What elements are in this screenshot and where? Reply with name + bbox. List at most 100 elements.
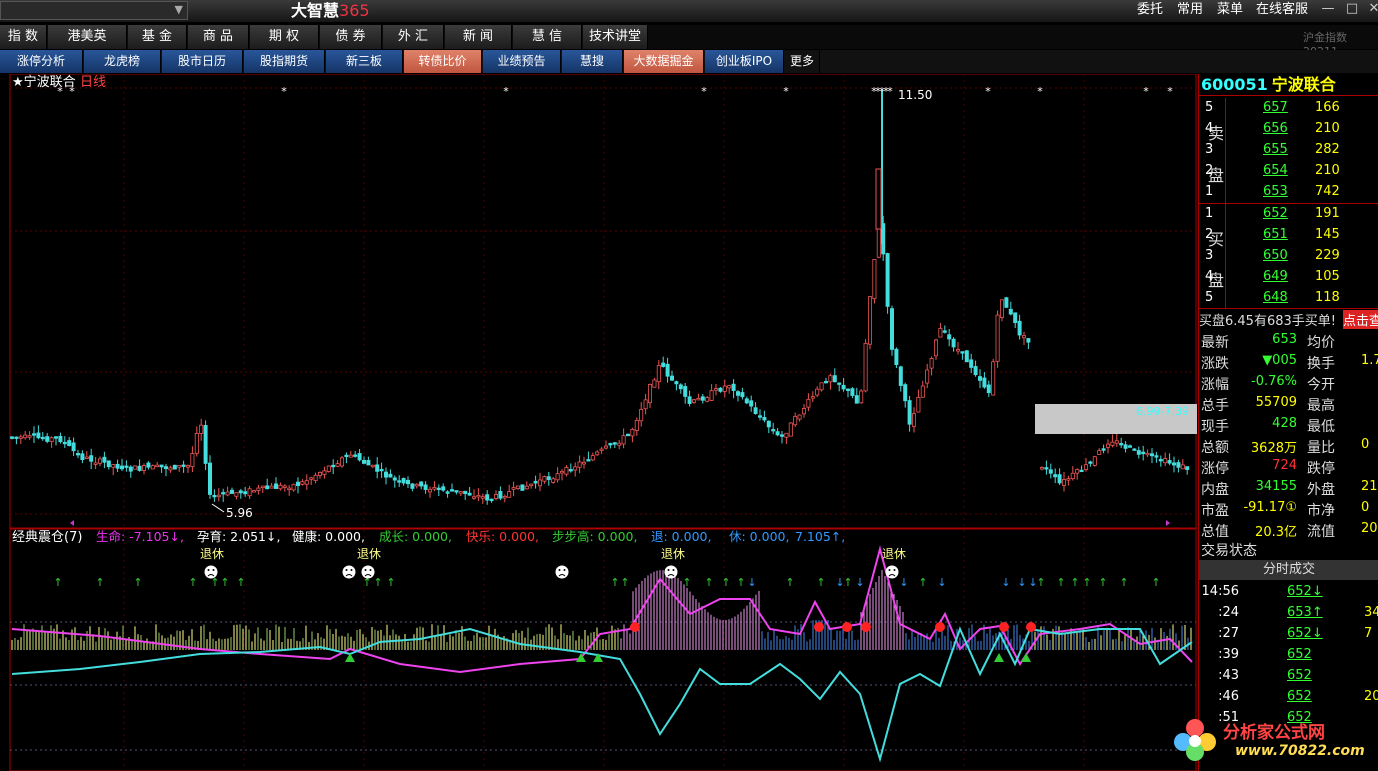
- candle-body: [692, 399, 697, 403]
- candle-body: [1163, 458, 1168, 464]
- candle-body: [1158, 458, 1163, 462]
- candle-body: [265, 485, 270, 490]
- candle-body: [885, 253, 890, 307]
- candle-body: [18, 436, 23, 439]
- candle-body: [643, 399, 648, 410]
- candle-body: [216, 494, 221, 498]
- kline-chart[interactable]: ↑ ↑ ↑ ↑ ↑ ↑ ↑ ↑ ↑ ↑ ↑ ↑ ↑ ↑ ↑ ↑ ↓ ↑ ↑ ↓↑ ↓ ↓ ↑ ↓ ↓ ↓ ↓↑ ↑ ↑ ↑ ↑ ↑ ↑退休 退休退…: [0, 74, 1198, 771]
- candle-body: [832, 375, 837, 383]
- nav2-item[interactable]: 创业板IPO: [705, 50, 784, 73]
- menu-main[interactable]: 菜单: [1217, 0, 1243, 20]
- title-bar: ▼ 大智慧365 委托 常用 菜单 在线客服 — □ ✕: [0, 0, 1378, 22]
- nav1-item[interactable]: 债 券: [320, 25, 382, 49]
- nav2-item[interactable]: 股市日历: [162, 50, 243, 73]
- stat-label-2: 均价: [1307, 335, 1335, 351]
- candle-body: [76, 453, 81, 456]
- tick-price: 652: [1287, 689, 1312, 704]
- candle-body: [225, 491, 230, 496]
- candle-body: [661, 362, 666, 367]
- candle-body: [520, 484, 525, 491]
- candle-body: [234, 492, 239, 497]
- candle-body: [1053, 474, 1058, 478]
- candle-body: [168, 467, 173, 471]
- nav2-item[interactable]: 涨停分析: [0, 50, 83, 73]
- nav2-item[interactable]: 新三板: [326, 50, 403, 73]
- candle-body: [736, 391, 741, 396]
- candle-body: [212, 494, 217, 498]
- candle-body: [498, 491, 503, 499]
- candle-body: [379, 468, 384, 472]
- candle-body: [436, 487, 441, 491]
- stat-value: 34155: [1255, 479, 1297, 494]
- nav1-item[interactable]: 期 权: [250, 25, 319, 49]
- stat-label: 总手: [1201, 398, 1229, 414]
- candle-body: [476, 495, 481, 498]
- low-price-label: 5.96: [226, 506, 253, 520]
- candle-body: [516, 485, 521, 489]
- level-num: 2: [1205, 163, 1214, 178]
- sell-dot-icon: [999, 622, 1009, 632]
- nav1-item[interactable]: 指 数: [0, 25, 47, 49]
- order-level-row[interactable]: 1 652 191: [1199, 204, 1378, 225]
- candle-body: [758, 415, 763, 418]
- face-eye: [558, 569, 561, 571]
- nav1-item[interactable]: 港美英: [48, 25, 127, 49]
- nav2-item[interactable]: 业绩预告: [483, 50, 561, 73]
- level-price: 648: [1263, 290, 1288, 305]
- menu-common[interactable]: 常用: [1177, 0, 1203, 20]
- order-level-row[interactable]: 3 650 229: [1199, 246, 1378, 267]
- face-eye: [672, 569, 675, 571]
- level-num: 4: [1205, 121, 1214, 136]
- nav2-item[interactable]: 慧搜: [562, 50, 623, 73]
- order-level-row[interactable]: 2 651 145: [1199, 225, 1378, 246]
- candle-body: [71, 442, 76, 452]
- candle-body: [868, 296, 873, 345]
- candle-body: [507, 491, 512, 498]
- candle-body: [414, 483, 419, 487]
- stat-row: 总额 3628万 量比 0: [1199, 435, 1378, 456]
- primary-nav: 指 数港美英基 金商 品期 权债 券外 汇新 闻慧 信技术讲堂沪金指数20211: [0, 25, 1378, 58]
- stat-label: 内盘: [1201, 482, 1229, 498]
- watermark-url: www.70822.com: [1235, 743, 1365, 759]
- candle-body: [317, 472, 322, 477]
- stat-row: 内盘 34155 外盘 21: [1199, 477, 1378, 498]
- candle-body: [533, 480, 538, 484]
- nav1-item[interactable]: 外 汇: [383, 25, 444, 49]
- stock-selector-dropdown[interactable]: ▼: [0, 1, 188, 20]
- nav2-item[interactable]: 股指期货: [244, 50, 325, 73]
- scroll-arrow-icon: [1166, 520, 1170, 526]
- nav1-item[interactable]: 基 金: [128, 25, 187, 49]
- nav2-item[interactable]: 转债比价: [404, 50, 482, 73]
- nav1-item[interactable]: 商 品: [188, 25, 249, 49]
- stat-value-2: 20.: [1361, 521, 1378, 536]
- nav2-item[interactable]: 大数据掘金: [624, 50, 704, 73]
- nav2-item[interactable]: 龙虎榜: [84, 50, 161, 73]
- chevron-down-icon[interactable]: ▼: [175, 3, 183, 16]
- candle-body: [916, 397, 921, 413]
- maximize-icon[interactable]: □: [1340, 0, 1364, 18]
- order-level-row[interactable]: 4 649 105: [1199, 267, 1378, 288]
- candle-body: [819, 382, 824, 391]
- minimize-icon[interactable]: —: [1316, 0, 1340, 18]
- order-level-row[interactable]: 5 648 118: [1199, 288, 1378, 309]
- candle-body: [872, 259, 877, 300]
- candle-body: [1004, 297, 1009, 308]
- candle-body: [458, 491, 463, 494]
- candle-body: [863, 342, 868, 392]
- ticks-title[interactable]: 分时成交: [1199, 560, 1378, 580]
- candle-body: [146, 462, 151, 468]
- candle-body: [714, 388, 719, 391]
- nav1-item[interactable]: 新 闻: [445, 25, 512, 49]
- candle-body: [890, 308, 895, 350]
- menu-support[interactable]: 在线客服: [1256, 0, 1308, 20]
- notice-button[interactable]: 点击查: [1343, 310, 1378, 329]
- candle-body: [1084, 464, 1089, 470]
- close-icon[interactable]: ✕: [1362, 0, 1378, 18]
- tick-price: 652: [1287, 647, 1312, 662]
- menu-entrust[interactable]: 委托: [1137, 0, 1163, 20]
- candle-body: [1128, 445, 1133, 448]
- nav1-item[interactable]: 技术讲堂: [583, 25, 648, 49]
- up-arrow-icon: ↑: [721, 576, 730, 589]
- nav1-item[interactable]: 慧 信: [513, 25, 582, 49]
- nav2-item[interactable]: 更多: [785, 50, 820, 73]
